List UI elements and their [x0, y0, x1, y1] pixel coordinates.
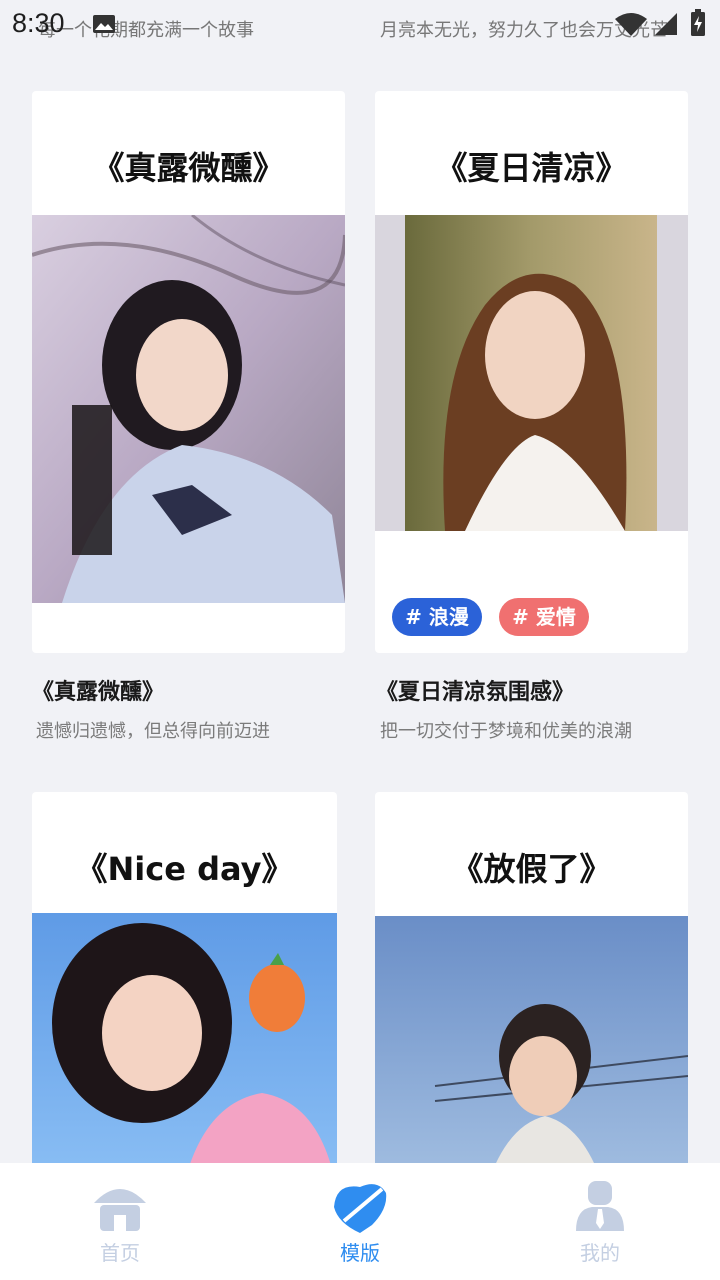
card-title: 《真露微醺》	[92, 149, 285, 187]
template-photo	[32, 913, 337, 1192]
template-photo	[32, 215, 345, 603]
profile-icon	[576, 1181, 624, 1231]
bottom-nav: 首页 模版 我的	[0, 1163, 720, 1280]
marquee-left: 每一个花期都充满一个故事	[38, 20, 254, 41]
card-caption-subtitle: 把一切交付于梦境和优美的浪潮	[380, 721, 632, 742]
status-bar: 每一个花期都充满一个故事 月亮本无光，努力久了也会万丈光芒 8:30	[0, 0, 720, 52]
status-time: 8:30	[12, 8, 65, 38]
signal-icon	[655, 13, 677, 35]
template-photo	[375, 916, 688, 1192]
card-caption-subtitle: 遗憾归遗憾，但总得向前迈进	[36, 721, 270, 742]
card-caption-title: 《夏日清凉氛围感》	[376, 680, 575, 705]
nav-label: 模版	[340, 1241, 380, 1265]
template-icon	[334, 1184, 387, 1233]
wifi-icon	[615, 13, 647, 36]
nav-item-profile[interactable]: 我的	[480, 1163, 720, 1280]
card-title: 《放假了》	[451, 850, 612, 888]
template-card[interactable]: 《真露微醺》	[32, 91, 345, 653]
nav-label: 我的	[580, 1241, 620, 1265]
nav-label: 首页	[100, 1241, 140, 1265]
tag-romance[interactable]: # 浪漫	[392, 598, 482, 636]
nav-item-template[interactable]: 模版	[240, 1163, 480, 1280]
template-card[interactable]: 《Nice day》	[32, 792, 337, 1192]
template-card[interactable]: 《夏日清凉》 # 浪漫 # 爱情	[375, 91, 688, 653]
template-photo	[375, 215, 688, 531]
battery-icon	[691, 9, 705, 36]
card-title: 《Nice day》	[75, 850, 294, 888]
card-caption-title: 《真露微醺》	[32, 680, 165, 705]
image-notification-icon	[93, 15, 115, 33]
card-title: 《夏日清凉》	[435, 149, 628, 187]
home-icon	[94, 1189, 146, 1231]
template-card[interactable]: 《放假了》	[375, 792, 688, 1192]
nav-item-home[interactable]: 首页	[0, 1163, 240, 1280]
tag-love[interactable]: # 爱情	[499, 598, 589, 636]
